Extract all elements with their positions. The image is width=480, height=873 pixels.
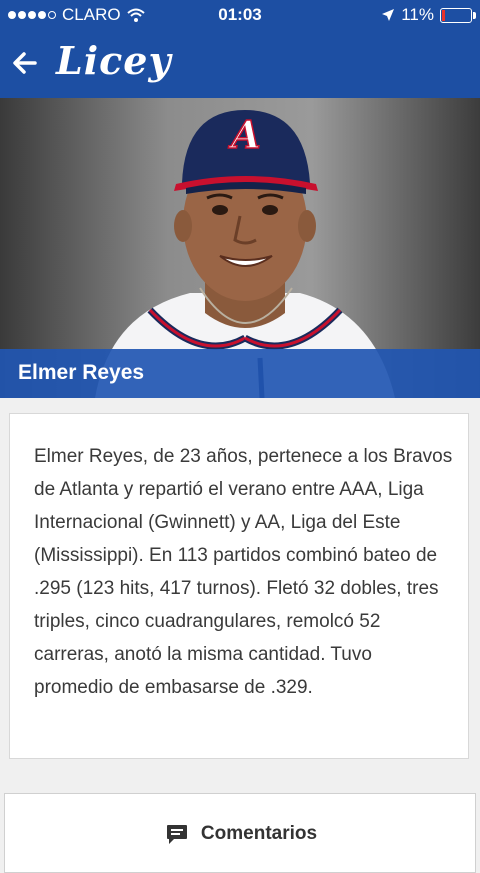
player-photo: A Elmer Reyes (0, 98, 480, 398)
player-name-bar: Elmer Reyes (0, 349, 480, 398)
comments-button[interactable]: Comentarios (5, 822, 477, 846)
comment-icon (166, 825, 187, 844)
battery-percent: 11% (401, 5, 434, 24)
status-right: 11% (381, 5, 476, 25)
status-bar: CLARO 01:03 11% (0, 0, 480, 30)
bio-card: Elmer Reyes, de 23 años, pertenece a los… (9, 413, 469, 759)
navigation-bar: Licey (0, 30, 480, 98)
licey-logo: Licey (56, 38, 172, 83)
location-arrow-icon (382, 9, 395, 21)
cap-logo: A (228, 112, 260, 157)
player-name: Elmer Reyes (18, 361, 145, 384)
battery-level (442, 9, 445, 21)
back-arrow-icon[interactable] (12, 50, 38, 76)
comments-card[interactable]: Comentarios (4, 793, 476, 873)
comments-label: Comentarios (200, 823, 318, 844)
player-bio: Elmer Reyes, de 23 años, pertenece a los… (34, 446, 453, 698)
battery-icon (440, 7, 476, 23)
